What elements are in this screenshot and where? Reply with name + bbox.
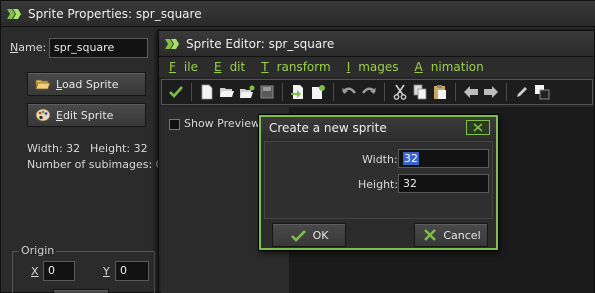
ok-label: OK: [312, 228, 329, 242]
undo-icon[interactable]: [339, 82, 359, 102]
right-arrow-icon[interactable]: [481, 82, 501, 102]
editor-menubar: File Edit Transform Images Animation: [159, 57, 594, 77]
dialog-height-label: Height:: [358, 178, 399, 191]
origin-y-label: Y: [103, 265, 110, 278]
create-sprite-dialog: Create a new sprite Width: 32 Height: 32…: [259, 115, 498, 250]
paste-icon[interactable]: [430, 82, 450, 102]
menu-images[interactable]: Images: [347, 60, 407, 74]
open-add-icon[interactable]: [237, 82, 257, 102]
dialog-title: Create a new sprite: [269, 121, 387, 135]
toolbar-separator: [282, 83, 283, 101]
copy-icon[interactable]: [410, 82, 430, 102]
close-icon: [473, 123, 483, 132]
height-info: Height: 32: [90, 142, 148, 155]
editor-title: Sprite Editor: spr_square: [186, 36, 335, 51]
show-preview-checkbox[interactable]: [169, 119, 180, 130]
left-arrow-icon[interactable]: [461, 82, 481, 102]
origin-x-label: X: [31, 265, 39, 278]
checkmark-icon[interactable]: [166, 82, 186, 102]
gm-logo-icon: [164, 36, 180, 52]
dialog-width-label: Width:: [362, 153, 398, 166]
properties-title: Sprite Properties: spr_square: [28, 6, 202, 21]
name-label: Name:: [10, 41, 47, 54]
show-preview-label: Show Preview: [184, 117, 260, 130]
name-field[interactable]: spr_square: [49, 38, 148, 58]
load-sprite-button[interactable]: Load Sprite: [27, 72, 146, 96]
editor-toolbar: [161, 79, 593, 105]
dialog-height-field[interactable]: 32: [398, 174, 489, 193]
menu-edit[interactable]: Edit: [214, 60, 253, 74]
import-icon[interactable]: [288, 82, 308, 102]
toolbar-separator: [384, 83, 385, 101]
load-sprite-label: Load Sprite: [56, 77, 119, 91]
toolbar-separator: [455, 83, 456, 101]
gm-logo-icon: [6, 6, 22, 22]
edit-sprite-label: Edit Sprite: [56, 108, 114, 122]
menu-file[interactable]: File: [169, 60, 206, 74]
properties-titlebar[interactable]: Sprite Properties: spr_square: [1, 1, 595, 27]
cancel-label: Cancel: [443, 228, 481, 242]
cut-icon[interactable]: [390, 82, 410, 102]
dialog-width-field[interactable]: 32: [398, 149, 489, 168]
ok-button[interactable]: OK: [272, 223, 346, 247]
origin-label: Origin: [19, 244, 57, 257]
save-icon[interactable]: [257, 82, 277, 102]
checkmark-icon: [290, 227, 308, 243]
subimages-info: Number of subimages: 0: [27, 158, 163, 171]
pencil-icon[interactable]: [512, 82, 532, 102]
menu-animation[interactable]: Animation: [415, 60, 492, 74]
dialog-titlebar[interactable]: Create a new sprite: [261, 117, 496, 139]
toolbar-separator: [506, 83, 507, 101]
menu-transform[interactable]: Transform: [261, 60, 338, 74]
new-icon[interactable]: [197, 82, 217, 102]
cancel-icon: [421, 227, 439, 243]
cancel-button[interactable]: Cancel: [414, 223, 488, 247]
palette-icon: [34, 107, 52, 123]
dialog-close-button[interactable]: [466, 120, 490, 135]
open-icon[interactable]: [217, 82, 237, 102]
dialog-width-value: 32: [403, 152, 419, 165]
toolbar-separator: [333, 83, 334, 101]
editor-titlebar[interactable]: Sprite Editor: spr_square: [159, 31, 594, 57]
toolbar-separator: [191, 83, 192, 101]
color-icon[interactable]: [532, 82, 552, 102]
load-folder-icon: [34, 76, 52, 92]
origin-y-field[interactable]: 0: [115, 261, 149, 281]
width-info: Width: 32: [27, 142, 81, 155]
center-button[interactable]: [53, 289, 109, 293]
add-icon[interactable]: [308, 82, 328, 102]
edit-sprite-button[interactable]: Edit Sprite: [27, 103, 146, 127]
origin-x-field[interactable]: 0: [43, 261, 75, 281]
redo-icon[interactable]: [359, 82, 379, 102]
